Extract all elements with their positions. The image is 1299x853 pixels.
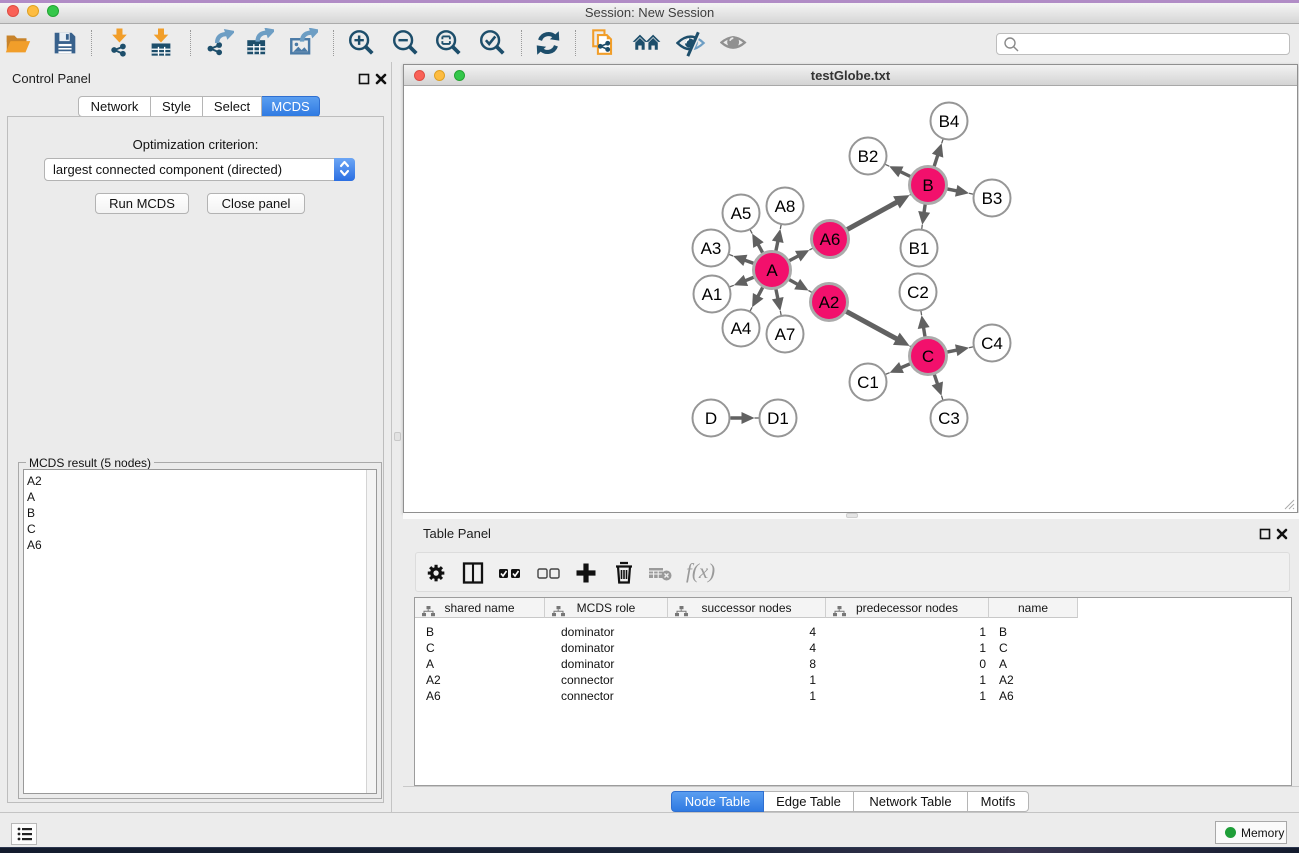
svg-text:A7: A7 bbox=[775, 325, 796, 344]
svg-text:B1: B1 bbox=[909, 239, 930, 258]
svg-text:A2: A2 bbox=[819, 293, 840, 312]
svg-text:C1: C1 bbox=[857, 373, 879, 392]
svg-text:A6: A6 bbox=[820, 230, 841, 249]
svg-text:A4: A4 bbox=[731, 319, 752, 338]
svg-text:B2: B2 bbox=[858, 147, 879, 166]
svg-text:C4: C4 bbox=[981, 334, 1003, 353]
svg-text:A3: A3 bbox=[701, 239, 722, 258]
svg-text:A8: A8 bbox=[775, 197, 796, 216]
svg-text:B3: B3 bbox=[982, 189, 1003, 208]
svg-text:C2: C2 bbox=[907, 283, 929, 302]
svg-text:D1: D1 bbox=[767, 409, 789, 428]
svg-text:A: A bbox=[766, 261, 778, 280]
svg-text:B: B bbox=[922, 176, 933, 195]
svg-text:A1: A1 bbox=[702, 285, 723, 304]
svg-text:D: D bbox=[705, 409, 717, 428]
svg-text:C: C bbox=[922, 347, 934, 366]
svg-text:C3: C3 bbox=[938, 409, 960, 428]
svg-text:A5: A5 bbox=[731, 204, 752, 223]
svg-text:B4: B4 bbox=[939, 112, 960, 131]
